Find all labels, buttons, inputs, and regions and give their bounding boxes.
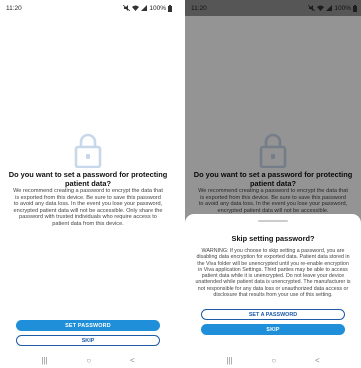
battery-percent: 100% bbox=[149, 4, 166, 12]
sheet-title: Skip setting password? bbox=[231, 234, 315, 243]
set-password-button[interactable]: SET PASSWORD bbox=[16, 320, 160, 331]
recents-button[interactable]: ||| bbox=[226, 356, 232, 365]
confirm-skip-button[interactable]: SKIP bbox=[201, 324, 345, 335]
mute-icon bbox=[123, 5, 131, 11]
signal-icon bbox=[141, 5, 148, 11]
sheet-drag-handle[interactable] bbox=[258, 220, 288, 222]
lock-icon bbox=[74, 133, 102, 168]
home-button[interactable]: ○ bbox=[86, 356, 91, 365]
back-button[interactable]: < bbox=[315, 356, 320, 365]
dialog-title: Do you want to set a password for protec… bbox=[8, 170, 168, 188]
back-button[interactable]: < bbox=[130, 356, 135, 365]
sheet-warning: WARNING: If you choose to skip setting a… bbox=[195, 248, 351, 299]
skip-confirmation-sheet: Skip setting password? WARNING: If you c… bbox=[185, 214, 361, 352]
recents-button[interactable]: ||| bbox=[41, 356, 47, 365]
phone-screen-right: 11:20 100% Do you want to set a password… bbox=[185, 0, 361, 368]
wifi-icon bbox=[132, 5, 140, 11]
dialog-body: We recommend creating a password to encr… bbox=[13, 188, 163, 227]
home-button[interactable]: ○ bbox=[271, 356, 276, 365]
nav-bar: ||| ○ < bbox=[185, 352, 361, 368]
battery-icon bbox=[168, 4, 172, 12]
status-bar: 11:20 100% bbox=[0, 0, 176, 16]
phone-screen-left: 11:20 100% Do you want to set a password… bbox=[0, 0, 176, 368]
skip-button[interactable]: SKIP bbox=[16, 335, 160, 346]
set-a-password-button[interactable]: SET A PASSWORD bbox=[201, 309, 345, 320]
status-time: 11:20 bbox=[6, 4, 22, 12]
nav-bar: ||| ○ < bbox=[0, 352, 176, 368]
